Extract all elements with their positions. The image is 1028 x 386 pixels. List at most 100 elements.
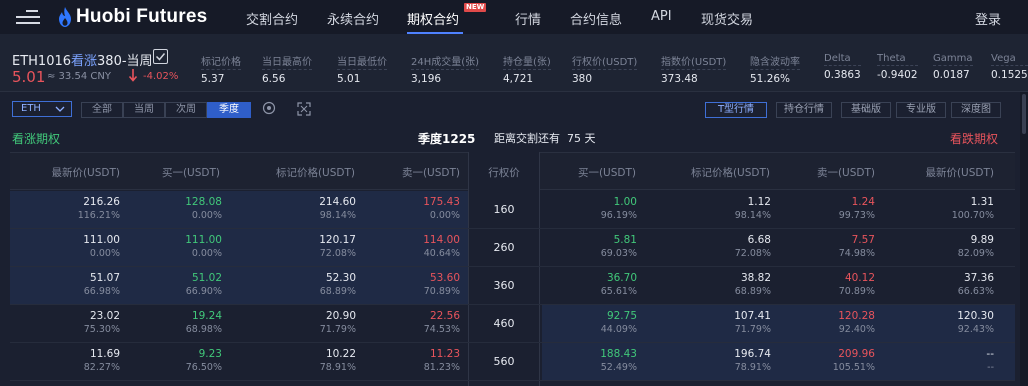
period-all[interactable]: 全部 [81, 102, 123, 118]
asset-select[interactable]: ETH [12, 101, 72, 117]
put-ask[interactable]: 120.28 92.40% [765, 310, 875, 335]
contract-symbol[interactable]: ETH1016看涨380-当周 [12, 50, 153, 69]
put-last-price: 9.89 [970, 234, 994, 246]
call-last[interactable]: 111.00 0.00% [10, 234, 120, 259]
last-price: 5.01 [12, 68, 46, 86]
th-call-mark: 标记价格(USDT) [275, 167, 355, 179]
stat-open-interest: 持仓量(张) 4,721 [503, 53, 551, 85]
call-bid[interactable]: 19.24 68.98% [112, 310, 222, 335]
nav-spot-trading[interactable]: 现货交易 [701, 9, 753, 28]
period-this-week[interactable]: 当周 [123, 102, 165, 118]
nav-delivery-contracts[interactable]: 交割合约 [246, 9, 298, 28]
call-bid-iv: 0.00% [191, 210, 222, 221]
call-last[interactable]: 216.26 116.21% [10, 196, 120, 221]
period-quarter[interactable]: 季度 [207, 102, 251, 118]
put-last[interactable]: 37.36 66.63% [884, 272, 994, 297]
call-mark-price: 10.22 [325, 348, 356, 360]
expand-icon[interactable] [297, 102, 311, 116]
flame-icon [59, 7, 71, 27]
put-ask-iv: 99.73% [838, 210, 875, 221]
put-last[interactable]: 1.31 100.70% [884, 196, 994, 221]
call-last-price: 216.26 [83, 196, 120, 208]
call-ask[interactable]: 22.56 74.53% [350, 310, 460, 335]
call-bid-iv: 66.90% [185, 286, 222, 297]
call-bid-price: 51.02 [191, 272, 222, 284]
call-ask[interactable]: 114.00 40.64% [350, 234, 460, 259]
put-last-iv: 100.70% [951, 210, 994, 221]
put-last[interactable]: -- -- [884, 348, 994, 373]
symbol-prefix: ETH1016 [12, 54, 72, 69]
nav-perpetual-contracts[interactable]: 永续合约 [327, 9, 379, 28]
check-icon [155, 53, 166, 61]
put-mark-price: 196.74 [734, 348, 771, 360]
call-last[interactable]: 11.69 82.27% [10, 348, 120, 373]
call-mark-price: 120.17 [319, 234, 356, 246]
menu-icon[interactable] [16, 10, 40, 24]
put-last[interactable]: 120.30 92.43% [884, 310, 994, 335]
period-next-week[interactable]: 次周 [165, 102, 207, 118]
put-last[interactable]: 9.89 82.09% [884, 234, 994, 259]
top-nav: Huobi Futures 交割合约 永续合约 期权合约 NEW 行情 合约信息… [0, 0, 1028, 34]
call-bid[interactable]: 111.00 0.00% [112, 234, 222, 259]
settings-icon[interactable] [262, 101, 276, 115]
put-bid-iv: 96.19% [600, 210, 637, 221]
stat-24h-volume: 24H成交量(张) 3,196 [411, 53, 480, 85]
put-ask-price: 40.12 [844, 272, 875, 284]
view-depth-chart[interactable]: 深度图 [951, 102, 1001, 118]
call-mark[interactable]: 52.30 68.89% [246, 272, 356, 297]
logo[interactable]: Huobi Futures [58, 4, 207, 30]
put-ask[interactable]: 1.24 99.73% [765, 196, 875, 221]
call-bid-iv: 0.00% [191, 248, 222, 259]
nav-contract-info[interactable]: 合约信息 [570, 9, 622, 28]
call-ask[interactable]: 53.60 70.89% [350, 272, 460, 297]
put-bid[interactable]: 92.75 44.09% [527, 310, 637, 335]
stat-strike-price: 行权价(USDT) 380 [572, 53, 638, 85]
call-last-iv: 66.98% [83, 286, 120, 297]
put-mark[interactable]: 1.12 98.14% [661, 196, 771, 221]
view-basic[interactable]: 基础版 [841, 102, 891, 118]
call-mark[interactable]: 10.22 78.91% [246, 348, 356, 373]
view-t-quotes[interactable]: T型行情 [705, 102, 767, 118]
call-ask-iv: 0.00% [429, 210, 460, 221]
nav-market[interactable]: 行情 [515, 9, 541, 28]
call-ask[interactable]: 11.23 81.23% [350, 348, 460, 373]
nav-options-contracts[interactable]: 期权合约 [407, 9, 459, 28]
put-mark[interactable]: 196.74 78.91% [661, 348, 771, 373]
call-mark[interactable]: 20.90 71.79% [246, 310, 356, 335]
strike-price: 260 [493, 241, 515, 254]
put-ask[interactable]: 209.96 105.51% [765, 348, 875, 373]
call-ask-iv: 81.23% [423, 362, 460, 373]
put-last-price: 1.31 [970, 196, 994, 208]
call-ask[interactable]: 175.43 0.00% [350, 196, 460, 221]
cny-price: ≈ 33.54 CNY [47, 71, 111, 82]
put-bid-iv: 52.49% [600, 362, 637, 373]
call-bid-price: 19.24 [191, 310, 222, 322]
put-bid[interactable]: 188.43 52.49% [527, 348, 637, 373]
down-arrow-icon [128, 69, 138, 82]
call-mark[interactable]: 214.60 98.14% [246, 196, 356, 221]
scrollbar[interactable] [1020, 92, 1028, 386]
put-ask-iv: 105.51% [832, 362, 875, 373]
call-last-iv: 0.00% [89, 248, 120, 259]
put-bid[interactable]: 36.70 65.61% [527, 272, 637, 297]
call-mark[interactable]: 120.17 72.08% [246, 234, 356, 259]
put-ask[interactable]: 40.12 70.89% [765, 272, 875, 297]
favorite-checkbox[interactable] [153, 49, 168, 64]
put-mark[interactable]: 6.68 72.08% [661, 234, 771, 259]
put-mark[interactable]: 107.41 71.79% [661, 310, 771, 335]
stat-day-low: 当日最低价 5.01 [337, 53, 387, 85]
view-pro[interactable]: 专业版 [896, 102, 946, 118]
put-ask-price: 7.57 [851, 234, 875, 246]
put-mark[interactable]: 38.82 68.89% [661, 272, 771, 297]
call-bid[interactable]: 9.23 76.50% [112, 348, 222, 373]
nav-api[interactable]: API [651, 9, 672, 24]
call-last[interactable]: 23.02 75.30% [10, 310, 120, 335]
put-bid[interactable]: 1.00 96.19% [527, 196, 637, 221]
put-ask[interactable]: 7.57 74.98% [765, 234, 875, 259]
call-bid[interactable]: 51.02 66.90% [112, 272, 222, 297]
put-bid[interactable]: 5.81 69.03% [527, 234, 637, 259]
view-position-quotes[interactable]: 持仓行情 [776, 102, 832, 118]
call-bid[interactable]: 128.08 0.00% [112, 196, 222, 221]
call-last[interactable]: 51.07 66.98% [10, 272, 120, 297]
login-button[interactable]: 登录 [975, 9, 1001, 28]
